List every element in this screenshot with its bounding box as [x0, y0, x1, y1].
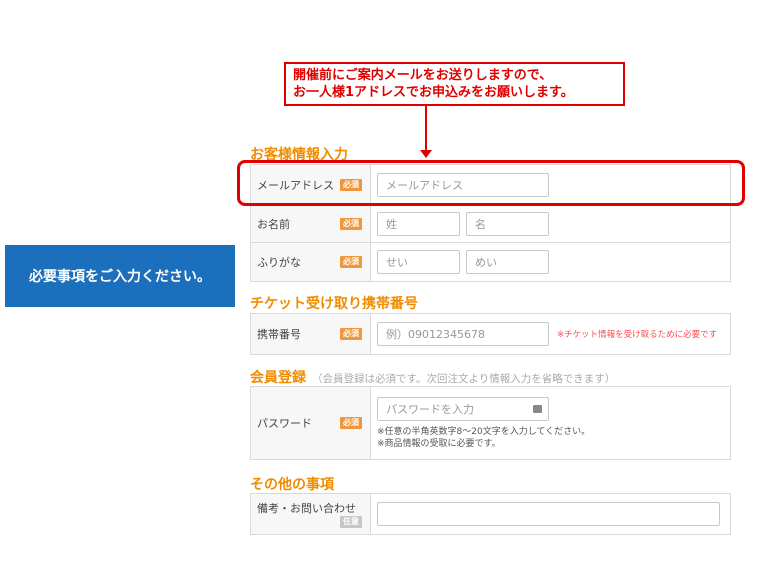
callout-line-2: お一人様1アドレスでお申込みをお願いします。	[293, 85, 574, 100]
required-badge: 必須	[340, 256, 362, 268]
first-name-kana-placeholder: めい	[475, 256, 497, 269]
name-label-cell: お名前 必須	[251, 205, 371, 242]
remarks-value-cell	[371, 494, 730, 534]
kana-label-cell: ふりがな 必須	[251, 243, 371, 281]
callout-arrow-line	[425, 106, 427, 152]
member-section-note: （会員登録は必須です。次回注文より情報入力を省略できます）	[312, 373, 616, 385]
email-row-highlight	[237, 160, 745, 206]
phone-row: 携帯番号 必須 例）09012345678 ※チケット情報を受け取るために必要で…	[251, 314, 730, 354]
kana-value-cell: せい めい	[371, 243, 730, 281]
other-section-title: その他の事項	[250, 477, 334, 493]
member-section-title: 会員登録	[250, 370, 306, 386]
last-name-input[interactable]: 姓	[377, 211, 460, 236]
kana-label: ふりがな	[257, 256, 301, 269]
email-notice-callout: 開催前にご案内メールをお送りしますので、 お一人様1アドレスでお申込みをお願いし…	[284, 62, 625, 106]
password-placeholder: パスワードを入力	[386, 402, 474, 416]
phone-label: 携帯番号	[257, 328, 301, 341]
password-note-1: ※任意の半角英数字8～20文字を入力してください。	[377, 426, 591, 437]
last-name-kana-placeholder: せい	[386, 256, 408, 269]
name-label: お名前	[257, 217, 290, 231]
first-name-input[interactable]: 名	[466, 211, 549, 236]
required-badge: 必須	[340, 417, 362, 429]
required-badge: 必須	[340, 217, 362, 230]
optional-badge: 任意	[340, 516, 362, 528]
phone-label-cell: 携帯番号 必須	[251, 314, 371, 354]
remarks-label: 備考・お問い合わせ	[257, 502, 356, 515]
remarks-input[interactable]	[377, 502, 720, 526]
last-name-kana-input[interactable]: せい	[377, 250, 460, 274]
instruction-banner: 必要事項をご入力ください。	[5, 245, 235, 307]
phone-value-cell: 例）09012345678 ※チケット情報を受け取るために必要です	[371, 314, 730, 354]
other-info-table: 備考・お問い合わせ 任意	[250, 493, 731, 535]
member-section-title-wrap: 会員登録 （会員登録は必須です。次回注文より情報入力を省略できます）	[250, 367, 615, 387]
password-label-cell: パスワード 必須	[251, 387, 371, 459]
last-name-placeholder: 姓	[386, 217, 397, 231]
ticket-section-title: チケット受け取り携帯番号	[250, 296, 418, 312]
first-name-placeholder: 名	[475, 217, 486, 231]
password-label: パスワード	[257, 417, 312, 430]
instruction-banner-text: 必要事項をご入力ください。	[29, 269, 211, 285]
ticket-info-table: 携帯番号 必須 例）09012345678 ※チケット情報を受け取るために必要で…	[250, 313, 731, 355]
password-note-2: ※商品情報の受取に必要です。	[377, 438, 501, 449]
member-info-table: パスワード 必須 パスワードを入力 ※任意の半角英数字8～20文字を入力してくだ…	[250, 386, 731, 460]
password-value-cell: パスワードを入力 ※任意の半角英数字8～20文字を入力してください。 ※商品情報…	[371, 387, 730, 459]
phone-placeholder: 例）09012345678	[386, 328, 485, 341]
keyboard-icon[interactable]	[533, 404, 542, 413]
name-value-cell: 姓 名	[371, 205, 730, 242]
phone-hint: ※チケット情報を受け取るために必要です	[557, 330, 718, 340]
first-name-kana-input[interactable]: めい	[466, 250, 549, 274]
password-row: パスワード 必須 パスワードを入力 ※任意の半角英数字8～20文字を入力してくだ…	[251, 387, 730, 459]
password-input[interactable]: パスワードを入力	[377, 396, 549, 421]
callout-line-1: 開催前にご案内メールをお送りしますので、	[293, 68, 553, 83]
arrow-down-icon	[420, 150, 432, 158]
name-row: お名前 必須 姓 名	[251, 205, 730, 243]
phone-input[interactable]: 例）09012345678	[377, 322, 549, 346]
required-badge: 必須	[340, 328, 362, 340]
kana-row: ふりがな 必須 せい めい	[251, 243, 730, 281]
remarks-row: 備考・お問い合わせ 任意	[251, 494, 730, 534]
remarks-label-cell: 備考・お問い合わせ 任意	[251, 494, 371, 534]
